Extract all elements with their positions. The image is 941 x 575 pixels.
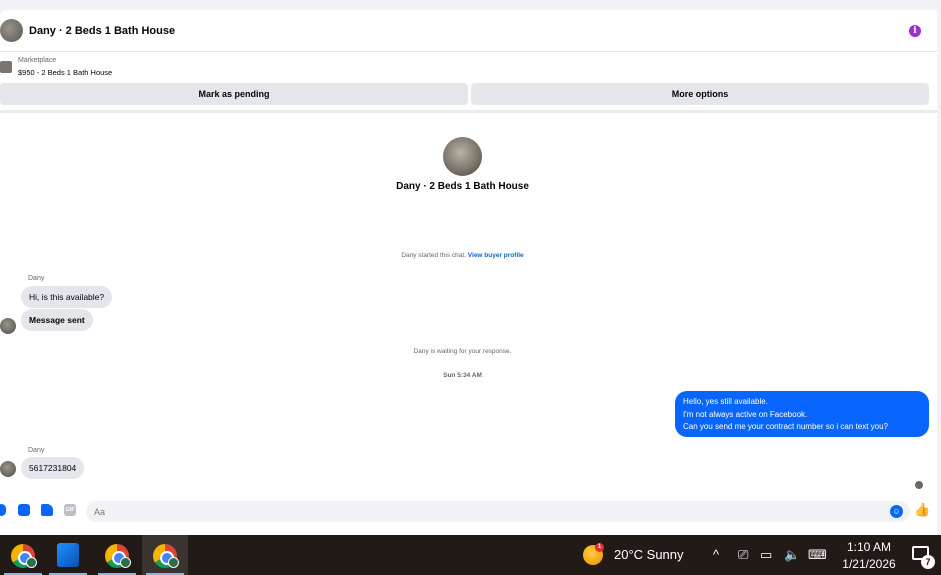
sender-name: Dany xyxy=(28,275,45,282)
taskbar-chrome-1[interactable] xyxy=(0,535,46,575)
clock-date: 1/21/2026 xyxy=(842,557,896,571)
view-buyer-profile-link[interactable]: View buyer profile xyxy=(468,252,524,259)
chevron-up-icon[interactable]: ^ xyxy=(713,547,719,562)
profile-badge-icon xyxy=(168,557,179,568)
sender-avatar[interactable] xyxy=(0,461,16,477)
info-icon[interactable]: i xyxy=(909,25,921,37)
chat-started-note: Dany started this chat. View buyer profi… xyxy=(0,252,925,259)
message-timestamp: Sun 5:34 AM xyxy=(443,372,482,379)
taskbar-edge[interactable] xyxy=(45,535,91,575)
thumbs-up-icon[interactable]: 👍 xyxy=(914,502,930,518)
contact-avatar[interactable] xyxy=(0,19,23,42)
waiting-note: Dany is waiting for your response. xyxy=(413,348,512,355)
profile-badge-icon xyxy=(26,557,37,568)
browser-icon xyxy=(57,543,79,567)
system-clock[interactable]: 1:10 AM 1/21/2026 xyxy=(836,539,902,573)
sender-avatar[interactable] xyxy=(0,318,16,334)
emoji-icon[interactable]: ☺ xyxy=(890,505,903,518)
weather-alert-badge: 1 xyxy=(595,543,604,552)
keyboard-icon[interactable]: ⌨ xyxy=(808,547,827,563)
chat-title[interactable]: Dany · 2 Beds 1 Bath House xyxy=(29,25,175,37)
listing-thumbnail xyxy=(0,61,12,73)
message-bubble[interactable]: Hi, is this available? xyxy=(21,286,113,308)
taskbar-chrome-2[interactable] xyxy=(94,535,140,575)
more-options-button[interactable]: More options xyxy=(471,83,929,105)
volume-icon[interactable]: 🔈 xyxy=(784,547,800,563)
outgoing-line: Can you send me your contract number so … xyxy=(683,422,888,431)
message-bubble[interactable]: 5617231804 xyxy=(21,457,85,479)
outgoing-message-bubble[interactable]: Hello, yes still available. I'm not alwa… xyxy=(675,391,929,437)
network-icon[interactable]: ▭ xyxy=(760,547,772,563)
message-composer: GIF ☺ 👍 xyxy=(0,499,937,523)
clock-time: 1:10 AM xyxy=(846,540,892,554)
chat-avatar-large xyxy=(443,137,482,176)
message-bubble[interactable]: Message sent xyxy=(21,309,93,331)
weather-text[interactable]: 20°C Sunny xyxy=(614,547,684,562)
seen-indicator-avatar xyxy=(915,481,923,489)
outgoing-line: Hello, yes still available. xyxy=(683,397,768,406)
mark-as-pending-button[interactable]: Mark as pending xyxy=(0,83,468,105)
listing-detail: $950 - 2 Beds 1 Bath House xyxy=(18,68,113,77)
meet-now-icon[interactable]: ⎚ xyxy=(738,547,748,563)
taskbar-chrome-3[interactable] xyxy=(142,535,188,575)
microphone-icon[interactable] xyxy=(0,504,6,516)
message-input[interactable] xyxy=(86,501,910,522)
profile-badge-icon xyxy=(120,557,131,568)
listing-summary[interactable]: Marketplace $950 - 2 Beds 1 Bath House xyxy=(0,57,937,79)
notification-count-badge: 7 xyxy=(921,555,935,569)
outgoing-line: I'm not always active on Facebook. xyxy=(683,409,808,419)
listing-label: Marketplace xyxy=(18,57,57,64)
chat-header: Dany · 2 Beds 1 Bath House i xyxy=(0,10,937,52)
chat-started-text: Dany started this chat. xyxy=(401,252,466,259)
sticker-icon[interactable] xyxy=(41,504,53,516)
chat-intro-title: Dany · 2 Beds 1 Bath House xyxy=(396,181,529,192)
gif-icon[interactable]: GIF xyxy=(64,504,76,516)
photo-icon[interactable] xyxy=(18,504,30,516)
sender-name: Dany xyxy=(28,447,45,454)
divider xyxy=(0,110,937,113)
chat-panel: Dany · 2 Beds 1 Bath House i Marketplace… xyxy=(0,10,937,535)
windows-taskbar: 1 20°C Sunny ^ ⎚ ▭ 🔈 ⌨ 1:10 AM 1/21/2026… xyxy=(0,535,941,575)
